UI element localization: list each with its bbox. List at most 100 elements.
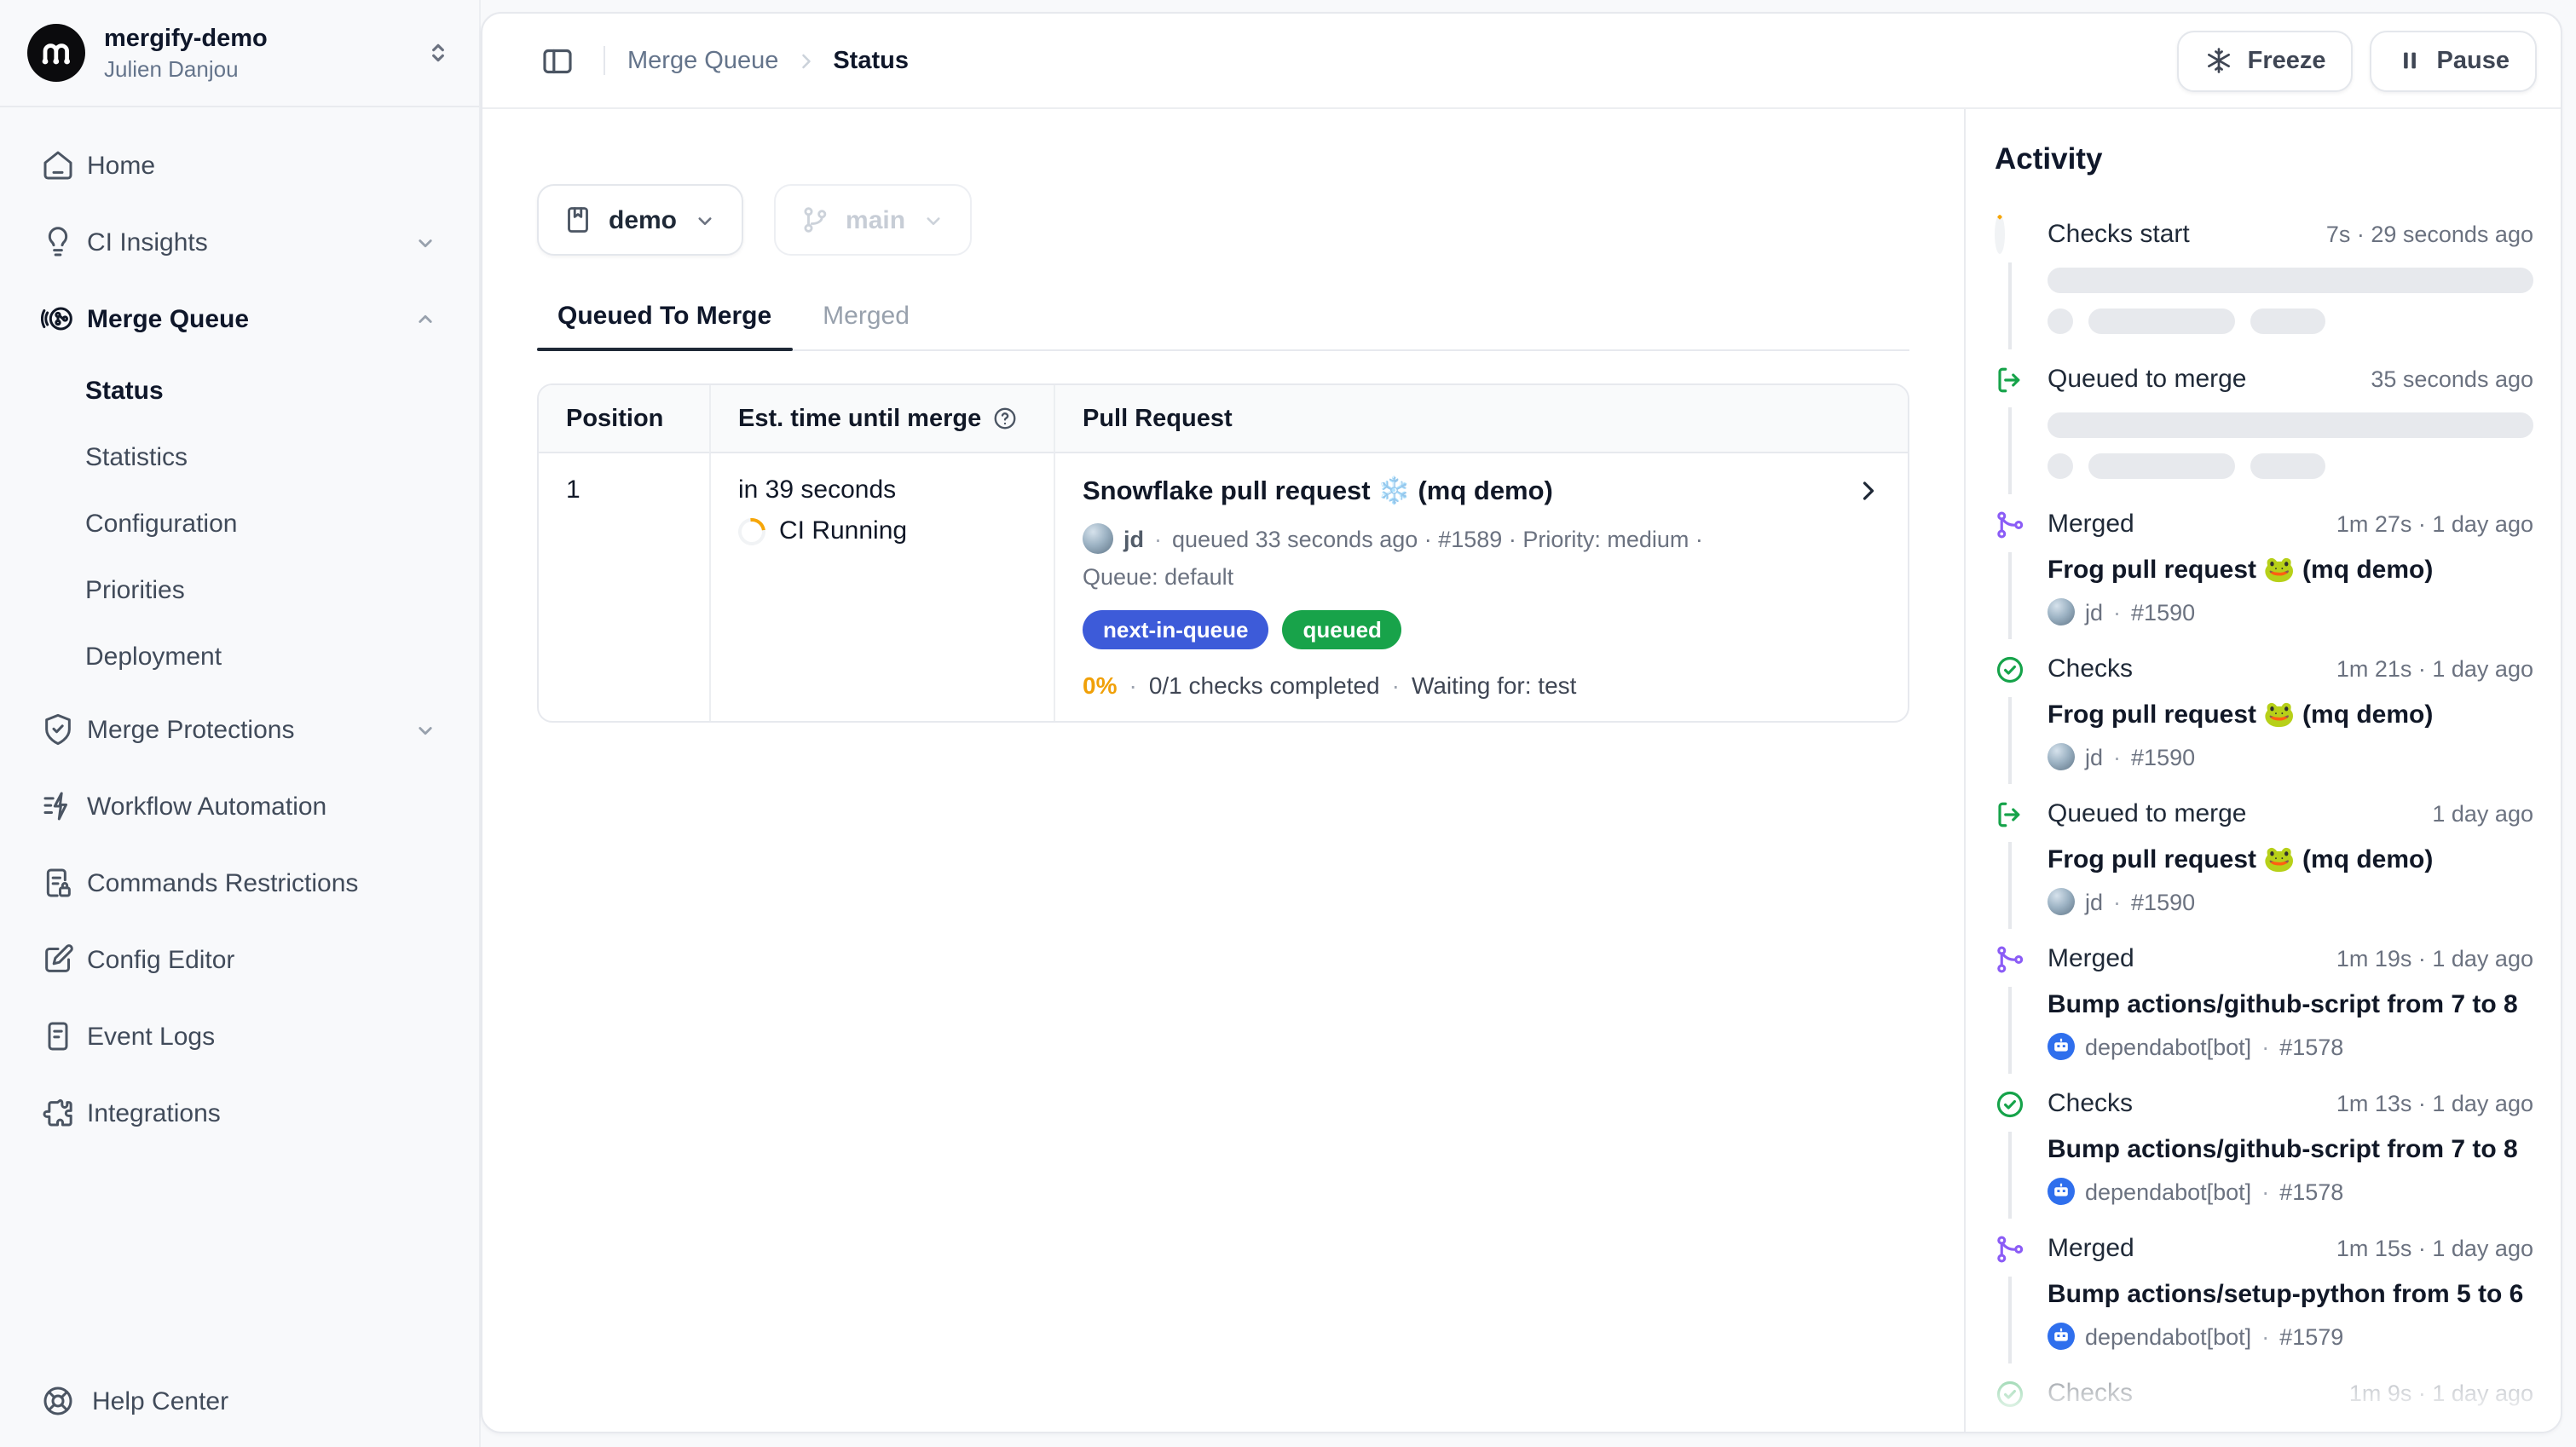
branch-value: main	[846, 205, 905, 234]
repository-select[interactable]: demo	[537, 184, 743, 256]
git-merge-icon	[1995, 1234, 2025, 1265]
activity-entry-title: Checks	[2048, 1377, 2133, 1411]
activity-author-name: dependabot[bot]	[2085, 1323, 2251, 1349]
dot-separator: ·	[1392, 672, 1400, 699]
pause-label: Pause	[2437, 47, 2510, 74]
subitem-label: Priorities	[85, 576, 185, 605]
freeze-button[interactable]: Freeze	[2178, 30, 2354, 91]
activity-entry-title: Merged	[2048, 508, 2134, 542]
tab-queued-to-merge[interactable]: Queued To Merge	[537, 302, 792, 349]
activity-pr-title[interactable]: Bump actions/github-script from 7 to 8	[2048, 1133, 2533, 1167]
activity-entry-body: Queued to merge 1 day ago Frog pull requ…	[2048, 798, 2533, 915]
freeze-label: Freeze	[2248, 47, 2326, 74]
checks-progress: 0%	[1083, 672, 1117, 699]
sidebar-subitem-status[interactable]: Status	[20, 363, 459, 419]
sidebar-item-home[interactable]: Home	[20, 133, 459, 198]
activity-entry[interactable]: Merged 1m 15s · 1 day ago Bump actions/s…	[1995, 1232, 2533, 1377]
sidebar-item-commands-restrictions[interactable]: Commands Restrictions	[20, 850, 459, 915]
ci-status-label: CI Running	[779, 516, 907, 545]
breadcrumb-section[interactable]: Merge Queue	[627, 47, 778, 74]
dependabot-avatar	[2048, 1178, 2075, 1205]
activity-author-name: dependabot[bot]	[2085, 1179, 2251, 1204]
activity-entry[interactable]: Checks 1m 9s · 1 day ago Bump actions/se…	[1995, 1377, 2533, 1432]
sidebar-item-ci-insights[interactable]: CI Insights	[20, 210, 459, 274]
activity-pr-block[interactable]: Frog pull request 🐸 (mq demo) jd · #1590	[2048, 554, 2533, 625]
activity-entry-title: Merged	[2048, 1232, 2134, 1266]
sidebar-item-event-logs[interactable]: Event Logs	[20, 1004, 459, 1069]
sidebar-item-integrations[interactable]: Integrations	[20, 1081, 459, 1145]
cell-pull-request[interactable]: Snowflake pull request ❄️ (mq demo) jd ·…	[1054, 453, 1908, 721]
activity-entry[interactable]: Checks start 7s · 29 seconds ago	[1995, 218, 2533, 363]
activity-pr-number: #1579	[2279, 1323, 2343, 1349]
sidebar-item-merge-protections[interactable]: Merge Protections	[20, 697, 459, 762]
activity-entry-icon	[1995, 799, 2025, 830]
activity-entry-time: 1m 13s · 1 day ago	[2336, 1091, 2533, 1116]
app-window: mergify-demo Julien Danjou Home CI Insig…	[0, 0, 2576, 1447]
sidebar-toggle-button[interactable]	[534, 37, 581, 84]
sidebar-subitem-priorities[interactable]: Priorities	[20, 562, 459, 619]
position-value: 1	[566, 476, 682, 504]
activity-pr-block[interactable]: Frog pull request 🐸 (mq demo) jd · #1590	[2048, 844, 2533, 915]
pr-meta-text: queued 33 seconds ago · #1589 · Priority…	[1172, 526, 1703, 551]
sidebar-subitem-deployment[interactable]: Deployment	[20, 629, 459, 685]
activity-pr-block[interactable]: Bump actions/github-script from 7 to 8 d…	[2048, 1133, 2533, 1205]
branch-select[interactable]: main	[774, 184, 972, 256]
workspace-switcher[interactable]: mergify-demo Julien Danjou	[0, 0, 479, 107]
author-name: jd	[1123, 526, 1144, 551]
activity-entry-title: Checks	[2048, 1087, 2133, 1121]
dot-separator: ·	[2261, 1179, 2269, 1204]
subitem-label: Deployment	[85, 643, 222, 672]
activity-entry[interactable]: Merged 1m 19s · 1 day ago Bump actions/g…	[1995, 943, 2533, 1087]
file-text-icon	[41, 1019, 75, 1053]
activity-pr-block[interactable]: Frog pull request 🐸 (mq demo) jd · #1590	[2048, 699, 2533, 770]
cell-eta: in 39 seconds CI Running	[709, 453, 1054, 721]
sidebar-item-workflow-automation[interactable]: Workflow Automation	[20, 774, 459, 839]
activity-pr-title[interactable]: Frog pull request 🐸 (mq demo)	[2048, 844, 2533, 878]
activity-entry[interactable]: Queued to merge 35 seconds ago	[1995, 363, 2533, 508]
pr-meta-line: jd · queued 33 seconds ago · #1589 · Pri…	[1083, 523, 1833, 554]
check-circle-icon	[1995, 1089, 2025, 1120]
chevron-up-icon	[413, 306, 438, 331]
activity-entry[interactable]: Queued to merge 1 day ago Frog pull requ…	[1995, 798, 2533, 943]
chevron-right-icon[interactable]	[1853, 476, 1884, 506]
sidebar-item-help-center[interactable]: Help Center	[20, 1369, 459, 1433]
git-merge-icon	[1995, 944, 2025, 975]
panel-left-icon	[540, 43, 575, 78]
tab-merged[interactable]: Merged	[802, 302, 930, 349]
sidebar-subitem-configuration[interactable]: Configuration	[20, 496, 459, 552]
sidebar-item-merge-queue[interactable]: Merge Queue	[20, 286, 459, 351]
workspace-name: mergify-demo	[104, 23, 268, 54]
activity-panel: Activity Checks start 7s · 29 seconds ag…	[1964, 109, 2561, 1432]
sidebar-item-config-editor[interactable]: Config Editor	[20, 927, 459, 992]
repo-book-icon	[563, 205, 593, 235]
merge-queue-subnav: Status Statistics Configuration Prioriti…	[20, 363, 459, 685]
activity-pr-title[interactable]: Bump actions/setup-python from 5 to 6	[2048, 1423, 2533, 1432]
sidebar-subitem-statistics[interactable]: Statistics	[20, 429, 459, 486]
activity-entry[interactable]: Checks 1m 21s · 1 day ago Frog pull requ…	[1995, 653, 2533, 798]
activity-pr-title[interactable]: Frog pull request 🐸 (mq demo)	[2048, 554, 2533, 588]
activity-pr-block[interactable]: Bump actions/github-script from 7 to 8 d…	[2048, 989, 2533, 1060]
activity-entry[interactable]: Checks 1m 13s · 1 day ago Bump actions/g…	[1995, 1087, 2533, 1232]
breadcrumb: Merge Queue Status	[627, 47, 909, 74]
ci-spinner-icon	[733, 512, 771, 551]
pr-checks-line: 0% · 0/1 checks completed · Waiting for:…	[1083, 672, 1833, 699]
activity-pr-block[interactable]: Bump actions/setup-python from 5 to 6 de…	[2048, 1423, 2533, 1432]
activity-list: Checks start 7s · 29 seconds ago Queue	[1995, 218, 2533, 1432]
activity-pr-meta: jd · #1590	[2048, 743, 2533, 770]
help-circle-icon[interactable]	[991, 406, 1017, 431]
pause-button[interactable]: Pause	[2371, 30, 2537, 91]
pr-labels: next-in-queue queued	[1083, 610, 1833, 649]
main-panel: Merge Queue Status Freeze Pause demo	[481, 12, 2562, 1433]
activity-pr-title[interactable]: Bump actions/setup-python from 5 to 6	[2048, 1278, 2533, 1312]
activity-pr-title[interactable]: Bump actions/github-script from 7 to 8	[2048, 989, 2533, 1023]
activity-entry-icon	[1995, 944, 2025, 975]
activity-pr-block[interactable]: Bump actions/setup-python from 5 to 6 de…	[2048, 1278, 2533, 1350]
activity-entry[interactable]: Merged 1m 27s · 1 day ago Frog pull requ…	[1995, 508, 2533, 653]
activity-entry-body: Checks start 7s · 29 seconds ago	[2048, 218, 2533, 334]
chevrons-up-down-icon	[425, 39, 452, 66]
pr-title[interactable]: Snowflake pull request ❄️ (mq demo)	[1083, 476, 1833, 510]
merge-queue-icon	[41, 302, 75, 336]
activity-pr-title[interactable]: Frog pull request 🐸 (mq demo)	[2048, 699, 2533, 733]
activity-pr-number: #1578	[2279, 1034, 2343, 1059]
sidebar-item-label: Merge Protections	[87, 715, 294, 744]
